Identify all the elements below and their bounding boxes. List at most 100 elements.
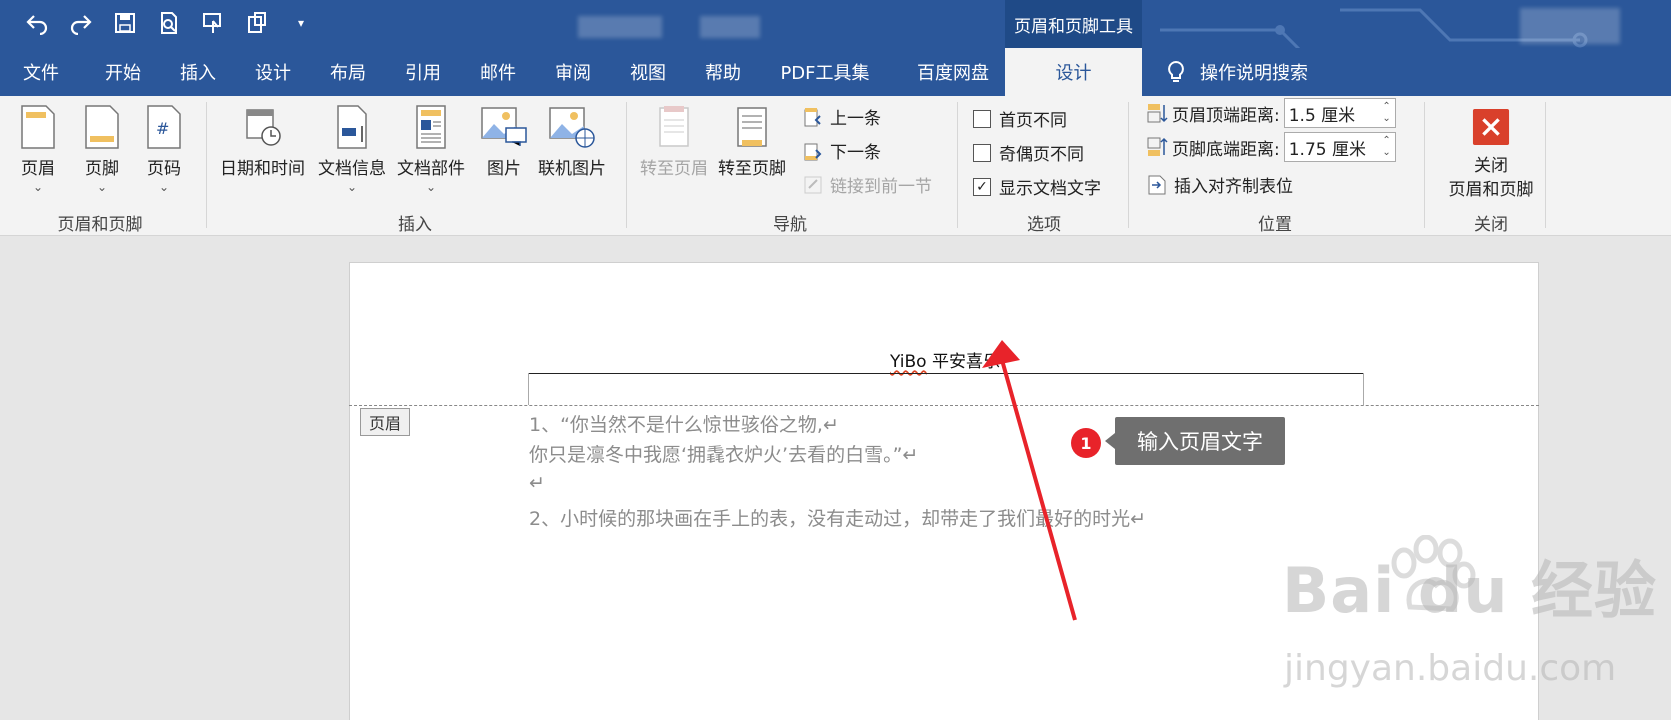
tab-header-footer-design[interactable]: 设计	[1005, 48, 1142, 96]
tab-baidu-netdisk[interactable]: 百度网盘	[898, 48, 1008, 96]
annotation-step-number: 1	[1071, 428, 1101, 458]
picture-icon	[481, 107, 527, 146]
header-icon	[21, 105, 55, 149]
previous-icon	[804, 107, 821, 126]
quick-parts-button-label: 文档部件	[397, 159, 465, 179]
next-label: 下一条	[830, 143, 881, 163]
next-button[interactable]: 下一条	[802, 138, 881, 163]
ribbon: 页眉 ⌄ 页脚 ⌄ # 页码 ⌄ 页眉和页脚 日期和时间 文档信息 ⌄ 文档部件…	[0, 96, 1671, 236]
different-first-page-label: 首页不同	[999, 111, 1067, 131]
show-document-text-checkbox[interactable]: ✓ 显示文档文字	[973, 174, 1101, 199]
footer-button-label: 页脚	[85, 159, 119, 179]
spin-up-icon[interactable]: ⌃	[1382, 135, 1390, 147]
goto-footer-icon	[737, 107, 767, 147]
goto-header-icon	[659, 106, 689, 147]
header-top-distance-input[interactable]: 1.5 厘米 ⌃ ⌄	[1283, 98, 1396, 128]
header-top-distance: 页眉顶端距离: 1.5 厘米 ⌃ ⌄	[1146, 98, 1396, 128]
chevron-down-icon: ⌄	[32, 180, 44, 194]
page-number-button-label: 页码	[147, 159, 181, 179]
customize-qat-icon[interactable]: ▾	[286, 8, 316, 38]
tab-pdf-tools[interactable]: PDF工具集	[770, 48, 880, 96]
chevron-down-icon: ⌄	[158, 180, 170, 194]
redo-icon[interactable]	[66, 8, 96, 38]
tab-mailings[interactable]: 邮件	[465, 48, 531, 96]
tab-home[interactable]: 开始	[90, 48, 156, 96]
account-area[interactable]	[1520, 8, 1620, 44]
header-top-distance-label: 页眉顶端距离:	[1172, 105, 1280, 126]
group-separator	[957, 102, 958, 228]
picture-button[interactable]: 图片	[480, 104, 528, 179]
checkmark-icon: ✓	[973, 177, 991, 196]
close-header-footer-button[interactable]: 关闭 页眉和页脚	[1436, 108, 1546, 202]
different-first-page-checkbox[interactable]: 首页不同	[973, 106, 1067, 131]
tab-design[interactable]: 设计	[240, 48, 306, 96]
annotation-callout: 输入页眉文字	[1105, 417, 1285, 465]
body-line[interactable]: 你只是凛冬中我愿‘拥毳衣炉火’去看的白雪。”↵	[529, 440, 918, 467]
tab-references[interactable]: 引用	[390, 48, 456, 96]
footer-icon	[85, 105, 119, 149]
goto-footer-button[interactable]: 转至页脚	[718, 104, 786, 179]
save-icon[interactable]	[110, 8, 140, 38]
tab-insert[interactable]: 插入	[165, 48, 231, 96]
document-info-button-label: 文档信息	[318, 159, 386, 179]
blurred-title	[578, 16, 662, 38]
tab-layout[interactable]: 布局	[315, 48, 381, 96]
footer-bottom-distance-input[interactable]: 1.75 厘米 ⌃ ⌄	[1283, 132, 1396, 162]
blurred-title-2	[700, 16, 760, 38]
spinner-arrows[interactable]: ⌃ ⌄	[1382, 101, 1390, 125]
body-line[interactable]: ↵	[529, 472, 545, 494]
tab-view[interactable]: 视图	[615, 48, 681, 96]
tab-file[interactable]: 文件	[8, 48, 74, 96]
checkbox-unchecked	[973, 109, 991, 128]
calendar-clock-icon	[245, 109, 281, 146]
document-info-button[interactable]: 文档信息 ⌄	[318, 104, 386, 193]
goto-footer-label: 转至页脚	[718, 159, 786, 179]
footer-button[interactable]: 页脚 ⌄	[82, 104, 122, 193]
header-region-tag: 页眉	[360, 408, 411, 436]
different-odd-even-checkbox[interactable]: 奇偶页不同	[973, 140, 1084, 165]
header-region[interactable]	[528, 373, 1364, 405]
group-label-header-footer: 页眉和页脚	[57, 215, 143, 235]
next-icon	[804, 143, 822, 160]
watermark-brand: Bai du 经验	[1282, 554, 1658, 627]
spin-down-icon[interactable]: ⌄	[1382, 147, 1390, 159]
date-time-button[interactable]: 日期和时间	[220, 104, 305, 179]
spin-down-icon[interactable]: ⌄	[1382, 113, 1390, 125]
annotation-arrow	[982, 340, 1077, 621]
document-info-icon	[337, 105, 367, 149]
chevron-down-icon: ⌄	[425, 180, 437, 194]
undo-icon[interactable]	[22, 8, 52, 38]
picture-button-label: 图片	[487, 159, 521, 179]
online-picture-icon	[549, 107, 595, 148]
online-picture-button[interactable]: 联机图片	[538, 104, 606, 179]
link-to-previous-button[interactable]: 链接到前一节	[802, 172, 932, 197]
header-button[interactable]: 页眉 ⌄	[18, 104, 58, 193]
tell-me-label: 操作说明搜索	[1200, 63, 1308, 84]
spin-up-icon[interactable]: ⌃	[1382, 101, 1390, 113]
quick-access-toolbar: ▾	[22, 8, 316, 38]
lightbulb-icon	[1168, 60, 1184, 82]
touch-mode-icon[interactable]	[198, 8, 228, 38]
group-label-close: 关闭	[1474, 215, 1508, 235]
insert-alignment-tab-button[interactable]: 插入对齐制表位	[1146, 172, 1293, 197]
tell-me-search[interactable]: 操作说明搜索	[1164, 48, 1308, 96]
tab-help[interactable]: 帮助	[690, 48, 756, 96]
close-icon	[1472, 108, 1510, 146]
group-separator	[1128, 102, 1129, 228]
link-to-previous-label: 链接到前一节	[830, 177, 932, 197]
tab-review[interactable]: 审阅	[540, 48, 606, 96]
page-number-icon: #	[147, 105, 181, 149]
quick-parts-button[interactable]: 文档部件 ⌄	[397, 104, 465, 193]
clipboard-icon[interactable]	[242, 8, 272, 38]
print-preview-icon[interactable]	[154, 8, 184, 38]
watermark-url: jingyan.baidu.com	[1284, 648, 1617, 689]
page-number-button[interactable]: # 页码 ⌄	[144, 104, 184, 193]
body-line[interactable]: 1、“你当然不是什么惊世骇俗之物,↵	[529, 410, 839, 437]
group-separator	[1424, 102, 1425, 228]
spinner-arrows[interactable]: ⌃ ⌄	[1382, 135, 1390, 159]
insert-alignment-tab-label: 插入对齐制表位	[1174, 177, 1293, 197]
goto-header-button[interactable]: 转至页眉	[640, 104, 708, 179]
header-top-distance-icon	[1147, 104, 1168, 123]
previous-button[interactable]: 上一条	[802, 104, 881, 129]
group-separator	[626, 102, 627, 228]
